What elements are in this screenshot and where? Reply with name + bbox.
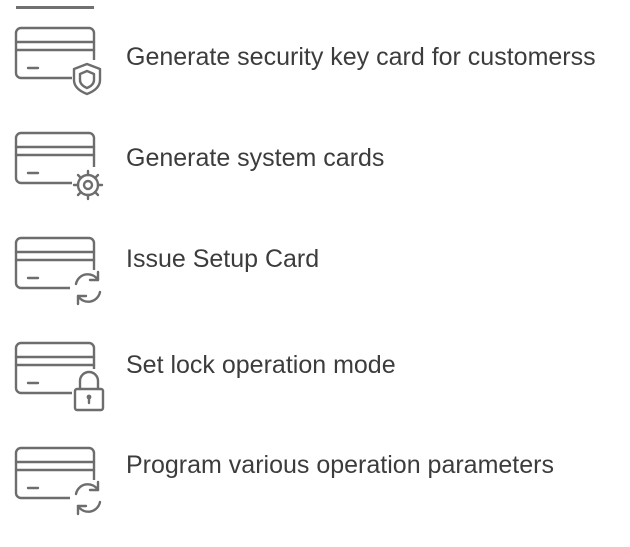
menu-item-system-cards[interactable]: Generate system cards bbox=[12, 125, 622, 205]
menu-item-label: Set lock operation mode bbox=[126, 351, 396, 379]
menu-item-label: Issue Setup Card bbox=[126, 245, 320, 273]
card-lock-icon bbox=[12, 335, 108, 415]
card-shield-icon bbox=[12, 20, 108, 100]
card-refresh-icon bbox=[12, 440, 108, 520]
menu-item-label: Generate security key card for customers… bbox=[126, 43, 596, 71]
card-gear-icon bbox=[12, 125, 108, 205]
menu-item-label: Program various operation parameters bbox=[126, 451, 554, 479]
card-refresh-icon bbox=[12, 230, 108, 310]
menu-item-lock-operation-mode[interactable]: Set lock operation mode bbox=[12, 335, 622, 415]
menu-item-issue-setup-card[interactable]: Issue Setup Card bbox=[12, 230, 622, 310]
menu-item-label: Generate system cards bbox=[126, 144, 385, 172]
menu-list: Generate security key card for customers… bbox=[0, 0, 630, 547]
menu-item-operation-parameters[interactable]: Program various operation parameters bbox=[12, 440, 622, 520]
menu-item-security-key-card[interactable]: Generate security key card for customers… bbox=[12, 20, 622, 100]
